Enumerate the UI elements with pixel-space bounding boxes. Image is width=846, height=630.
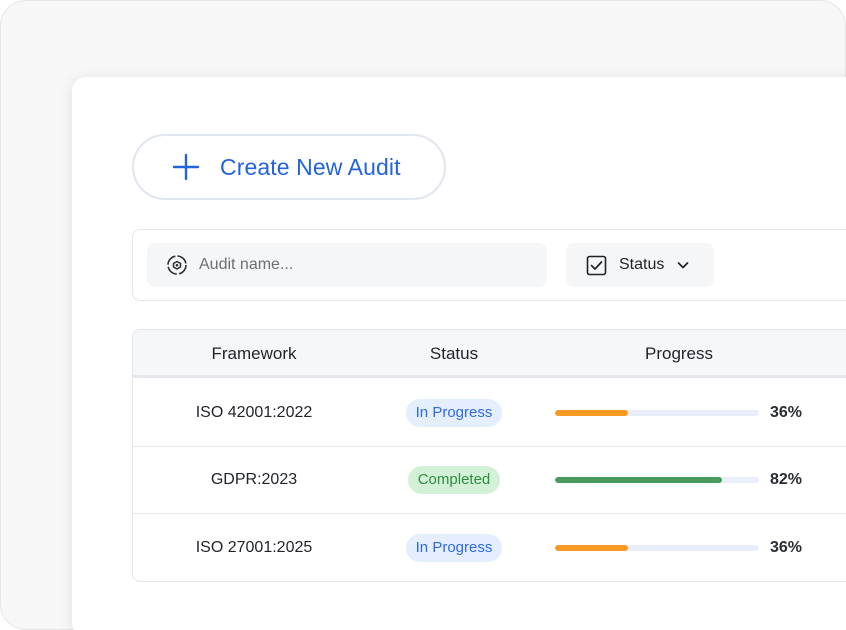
framework-cell: ISO 42001:2022 — [195, 404, 313, 421]
column-header-progress[interactable]: Progress — [555, 330, 803, 378]
table-row[interactable]: GDPR:2023 Completed 82% — [133, 447, 846, 514]
progress-cell: 36% — [555, 514, 815, 581]
chevron-down-icon — [678, 262, 689, 269]
framework-cell: GDPR:2023 — [210, 471, 298, 488]
column-header-status[interactable]: Status — [375, 330, 533, 378]
progress-bar-fill — [555, 477, 723, 483]
table-row[interactable]: ISO 27001:2025 In Progress 36% — [133, 514, 846, 581]
status-cell: In Progress — [375, 514, 533, 581]
audit-search[interactable] — [147, 243, 547, 287]
plus-icon — [172, 153, 200, 181]
progress-bar-fill — [555, 544, 629, 551]
audits-table: Framework Status Progress ISO 42001:2022… — [132, 329, 846, 582]
progress-percent: 82% — [770, 471, 803, 488]
progress-bar-fill — [555, 410, 629, 416]
progress-percent: 36% — [770, 404, 803, 421]
status-badge: In Progress — [405, 399, 503, 427]
progress-cell: 82% — [555, 447, 815, 513]
progress-percent: 36% — [770, 538, 803, 556]
progress-cell: 36% — [555, 380, 815, 446]
status-cell: Completed — [375, 447, 533, 513]
progress-bar — [555, 544, 759, 551]
create-new-audit-button[interactable]: Create New Audit — [132, 134, 446, 200]
status-badge: Completed — [407, 466, 501, 494]
create-new-audit-label: Create New Audit — [220, 153, 401, 180]
table-header: Framework Status Progress — [133, 330, 846, 378]
status-cell: In Progress — [375, 380, 533, 446]
audit-name-input[interactable] — [199, 256, 529, 274]
filter-bar: Status — [132, 229, 846, 301]
column-header-framework[interactable]: Framework — [133, 330, 375, 378]
progress-bar — [555, 410, 759, 416]
status-filter-dropdown[interactable]: Status — [566, 243, 714, 287]
status-badge: In Progress — [405, 533, 503, 562]
status-filter-label: Status — [619, 256, 665, 273]
search-target-icon — [167, 255, 187, 275]
progress-bar — [555, 477, 759, 483]
framework-cell: ISO 27001:2025 — [195, 538, 313, 556]
table-row[interactable]: ISO 42001:2022 In Progress 36% — [133, 380, 846, 447]
checkbox-icon — [586, 255, 607, 275]
